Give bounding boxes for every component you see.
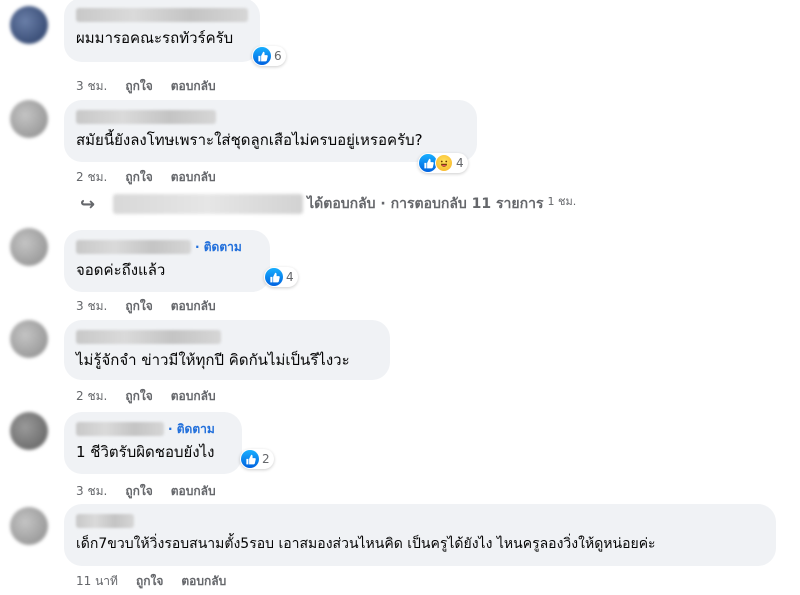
commenter-name-row	[76, 6, 248, 24]
comment-text: เด็ก7ขวบให้วิ่งรอบสนามตั้ง5รอบ เอาสมองส่…	[76, 536, 656, 552]
timestamp[interactable]: 3 ชม.	[76, 77, 107, 96]
reaction-count: 2	[262, 452, 270, 466]
follow-link[interactable]: · ติดตาม	[195, 238, 242, 257]
like-button[interactable]: ถูกใจ	[125, 77, 152, 96]
comment-actions: 3 ชม. ถูกใจ ตอบกลับ	[76, 482, 216, 501]
reaction-summary[interactable]: 6	[252, 46, 286, 66]
commenter-name-redacted[interactable]	[76, 110, 216, 124]
comment-text: จอดค่ะถึงแล้ว	[76, 261, 166, 279]
comment-text: ผมมารอคณะรถทัวร์ครับ	[76, 29, 234, 47]
avatar[interactable]	[10, 228, 48, 266]
commenter-name-redacted[interactable]	[76, 240, 191, 254]
comment-actions: 2 ชม. ถูกใจ ตอบกลับ	[76, 168, 216, 187]
like-button[interactable]: ถูกใจ	[125, 297, 152, 316]
reaction-summary[interactable]: 2	[240, 449, 274, 469]
reply-button[interactable]: ตอบกลับ	[171, 482, 216, 501]
follow-link[interactable]: · ติดตาม	[168, 420, 215, 439]
reaction-count: 4	[286, 270, 294, 284]
comment-bubble: สมัยนี้ยังลงโทษเพราะใส่ชุดลูกเสือไม่ครบอ…	[64, 100, 477, 162]
timestamp[interactable]: 2 ชม.	[76, 168, 107, 187]
timestamp[interactable]: 2 ชม.	[76, 387, 107, 406]
like-button[interactable]: ถูกใจ	[125, 168, 152, 187]
reply-button[interactable]: ตอบกลับ	[171, 77, 216, 96]
avatar[interactable]	[10, 320, 48, 358]
comment-bubble: · ติดตาม จอดค่ะถึงแล้ว	[64, 230, 270, 292]
haha-icon	[435, 154, 453, 172]
view-replies-link[interactable]: ↪ ได้ตอบกลับ · การตอบกลับ 11 รายการ 1 ชม…	[80, 193, 576, 215]
commenter-name-redacted[interactable]	[76, 422, 164, 436]
avatar[interactable]	[10, 100, 48, 138]
reply-button[interactable]: ตอบกลับ	[171, 387, 216, 406]
timestamp[interactable]: 3 ชม.	[76, 482, 107, 501]
timestamp[interactable]: 11 นาที	[76, 572, 118, 591]
comment-bubble: ผมมารอคณะรถทัวร์ครับ	[64, 0, 260, 62]
comment-bubble: ไม่รู้จักจำ ข่าวมีให้ทุกปี คิดกันไม่เป็น…	[64, 320, 390, 380]
like-button[interactable]: ถูกใจ	[125, 482, 152, 501]
replier-name-redacted	[113, 194, 304, 214]
avatar[interactable]	[10, 6, 48, 44]
like-icon	[265, 268, 283, 286]
commenter-name-row	[76, 512, 764, 530]
like-button[interactable]: ถูกใจ	[136, 572, 163, 591]
reaction-count: 4	[456, 156, 464, 170]
commenter-name-redacted[interactable]	[76, 514, 134, 528]
comment-bubble: · ติดตาม 1 ชีวิตรับผิดชอบยังไง	[64, 412, 242, 474]
commenter-name-redacted[interactable]	[76, 8, 248, 22]
commenter-name-row	[76, 108, 465, 126]
comment-actions: 3 ชม. ถูกใจ ตอบกลับ	[76, 297, 216, 316]
reaction-count: 6	[274, 49, 282, 63]
reply-summary-text: ได้ตอบกลับ · การตอบกลับ 11 รายการ	[307, 196, 544, 212]
comment-text: ไม่รู้จักจำ ข่าวมีให้ทุกปี คิดกันไม่เป็น…	[76, 351, 350, 369]
reply-button[interactable]: ตอบกลับ	[171, 168, 216, 187]
comment-text: สมัยนี้ยังลงโทษเพราะใส่ชุดลูกเสือไม่ครบอ…	[76, 131, 423, 149]
avatar[interactable]	[10, 507, 48, 545]
commenter-name-row	[76, 328, 378, 346]
comment-actions: 11 นาที ถูกใจ ตอบกลับ	[76, 572, 226, 591]
commenter-name-row: · ติดตาม	[76, 238, 258, 256]
reaction-summary[interactable]: 4	[264, 267, 298, 287]
comment-text: 1 ชีวิตรับผิดชอบยังไง	[76, 443, 215, 461]
comment-bubble: เด็ก7ขวบให้วิ่งรอบสนามตั้ง5รอบ เอาสมองส่…	[64, 504, 776, 566]
commenter-name-redacted[interactable]	[76, 330, 221, 344]
like-icon	[253, 47, 271, 65]
like-icon	[241, 450, 259, 468]
comment-actions: 3 ชม. ถูกใจ ตอบกลับ	[76, 77, 216, 96]
reply-button[interactable]: ตอบกลับ	[181, 572, 226, 591]
timestamp[interactable]: 3 ชม.	[76, 297, 107, 316]
reply-arrow-icon: ↪	[80, 193, 96, 215]
commenter-name-row: · ติดตาม	[76, 420, 230, 438]
reply-summary-time: 1 ชม.	[547, 195, 577, 208]
like-button[interactable]: ถูกใจ	[125, 387, 152, 406]
reply-button[interactable]: ตอบกลับ	[171, 297, 216, 316]
comment-actions: 2 ชม. ถูกใจ ตอบกลับ	[76, 387, 216, 406]
avatar[interactable]	[10, 412, 48, 450]
reaction-summary[interactable]: 4	[418, 153, 468, 173]
